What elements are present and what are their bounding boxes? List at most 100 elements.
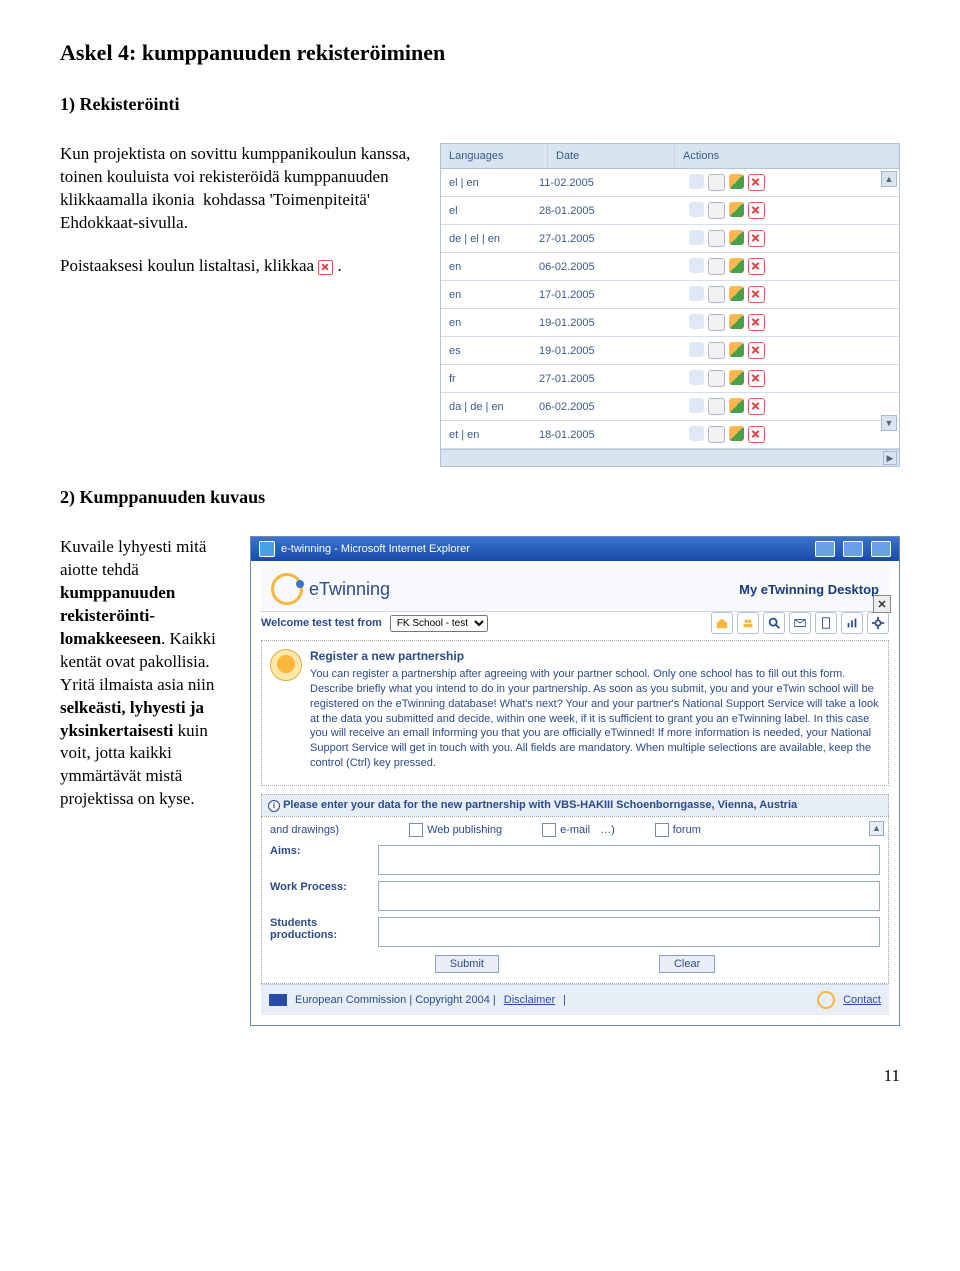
funnel-icon[interactable]: [729, 286, 744, 301]
funnel-icon[interactable]: [729, 230, 744, 245]
contact-link[interactable]: Contact: [843, 994, 881, 1006]
comment-icon[interactable]: [689, 398, 704, 413]
disclaimer-link[interactable]: Disclaimer: [504, 994, 555, 1006]
card-icon[interactable]: [708, 258, 725, 275]
cell-date: 11-02.2005: [539, 177, 649, 189]
table-row: el | en11-02.2005: [441, 169, 899, 197]
checkbox-icon[interactable]: [655, 823, 669, 837]
cell-actions: [649, 314, 891, 331]
footer-text: European Commission | Copyright 2004 |: [295, 994, 496, 1006]
card-icon[interactable]: [708, 398, 725, 415]
cell-date: 27-01.2005: [539, 233, 649, 245]
chart-icon[interactable]: [841, 612, 863, 634]
school-select[interactable]: FK School - test: [390, 615, 488, 632]
intro-p2b: .: [338, 256, 342, 275]
comment-icon[interactable]: [689, 286, 704, 301]
comment-icon[interactable]: [689, 426, 704, 441]
x-icon: [318, 260, 333, 275]
footer-sep: |: [563, 994, 566, 1006]
comment-icon[interactable]: [689, 258, 704, 273]
opt-forum[interactable]: forum: [655, 823, 701, 837]
delete-icon[interactable]: [748, 286, 765, 303]
card-icon[interactable]: [708, 286, 725, 303]
card-icon[interactable]: [708, 230, 725, 247]
candidates-table-screenshot: Languages Date Actions ▲ el | en11-02.20…: [440, 143, 900, 467]
submit-button[interactable]: Submit: [435, 955, 499, 973]
card-icon[interactable]: [708, 370, 725, 387]
opt-email[interactable]: e-mail: [542, 823, 590, 837]
minimize-icon[interactable]: [815, 541, 835, 557]
cell-languages: fr: [449, 373, 539, 385]
funnel-icon[interactable]: [729, 314, 744, 329]
card-icon[interactable]: [708, 342, 725, 359]
etwinning-wordmark: eTwinning: [309, 579, 390, 600]
card-icon[interactable]: [708, 426, 725, 443]
funnel-icon[interactable]: [729, 342, 744, 357]
card-icon[interactable]: [708, 314, 725, 331]
clear-button[interactable]: Clear: [659, 955, 715, 973]
close-icon[interactable]: [871, 541, 891, 557]
page-footer: European Commission | Copyright 2004 | D…: [261, 984, 889, 1015]
funnel-icon[interactable]: [729, 202, 744, 217]
card-icon[interactable]: [708, 174, 725, 191]
checkbox-icon[interactable]: [409, 823, 423, 837]
checkbox-icon[interactable]: [542, 823, 556, 837]
form-scroll-up-icon[interactable]: ▲: [869, 821, 884, 836]
delete-icon[interactable]: [748, 370, 765, 387]
search-icon[interactable]: [763, 612, 785, 634]
doc-icon[interactable]: [815, 612, 837, 634]
panel-close-icon[interactable]: ✕: [873, 595, 891, 613]
cell-languages: es: [449, 345, 539, 357]
people-icon[interactable]: [737, 612, 759, 634]
delete-icon[interactable]: [748, 202, 765, 219]
cell-actions: [649, 398, 891, 415]
funnel-icon[interactable]: [729, 426, 744, 441]
opt-web[interactable]: Web publishing: [409, 823, 502, 837]
delete-icon[interactable]: [748, 426, 765, 443]
funnel-icon[interactable]: [729, 398, 744, 413]
delete-icon[interactable]: [748, 314, 765, 331]
ie-window-screenshot: e-twinning - Microsoft Internet Explorer…: [250, 536, 900, 1026]
cell-date: 17-01.2005: [539, 289, 649, 301]
delete-icon[interactable]: [748, 230, 765, 247]
maximize-icon[interactable]: [843, 541, 863, 557]
delete-icon[interactable]: [748, 398, 765, 415]
cell-date: 19-01.2005: [539, 317, 649, 329]
register-title: Register a new partnership: [310, 649, 880, 663]
funnel-icon[interactable]: [729, 258, 744, 273]
comment-icon[interactable]: [689, 342, 704, 357]
table-row: et | en18-01.2005: [441, 421, 899, 449]
horizontal-scrollbar[interactable]: ▶: [441, 449, 899, 466]
cell-date: 27-01.2005: [539, 373, 649, 385]
scroll-down-icon[interactable]: ▼: [881, 415, 897, 431]
comment-icon[interactable]: [689, 314, 704, 329]
scroll-right-icon[interactable]: ▶: [883, 451, 897, 465]
funnel-icon[interactable]: [729, 370, 744, 385]
comment-icon[interactable]: [689, 202, 704, 217]
funnel-icon[interactable]: [729, 174, 744, 189]
table-row: el28-01.2005: [441, 197, 899, 225]
home-icon[interactable]: [711, 612, 733, 634]
col-date: Date: [548, 144, 675, 168]
delete-icon[interactable]: [748, 342, 765, 359]
work-process-textarea[interactable]: [378, 881, 880, 911]
col-actions: Actions: [675, 144, 899, 168]
card-icon[interactable]: [708, 202, 725, 219]
comment-icon[interactable]: [689, 230, 704, 245]
cell-actions: [649, 174, 891, 191]
delete-icon[interactable]: [748, 258, 765, 275]
cell-languages: en: [449, 317, 539, 329]
opt-note: and drawings): [270, 824, 339, 836]
heading-registration: 1) Rekisteröinti: [60, 94, 900, 115]
comment-icon[interactable]: [689, 370, 704, 385]
cell-languages: da | de | en: [449, 401, 539, 413]
students-productions-textarea[interactable]: [378, 917, 880, 947]
cell-languages: en: [449, 261, 539, 273]
comment-icon[interactable]: [689, 174, 704, 189]
aims-textarea[interactable]: [378, 845, 880, 875]
cell-actions: [649, 426, 891, 443]
scroll-up-icon[interactable]: ▲: [881, 171, 897, 187]
mail-icon[interactable]: [789, 612, 811, 634]
delete-icon[interactable]: [748, 174, 765, 191]
gear-icon[interactable]: [867, 612, 889, 634]
